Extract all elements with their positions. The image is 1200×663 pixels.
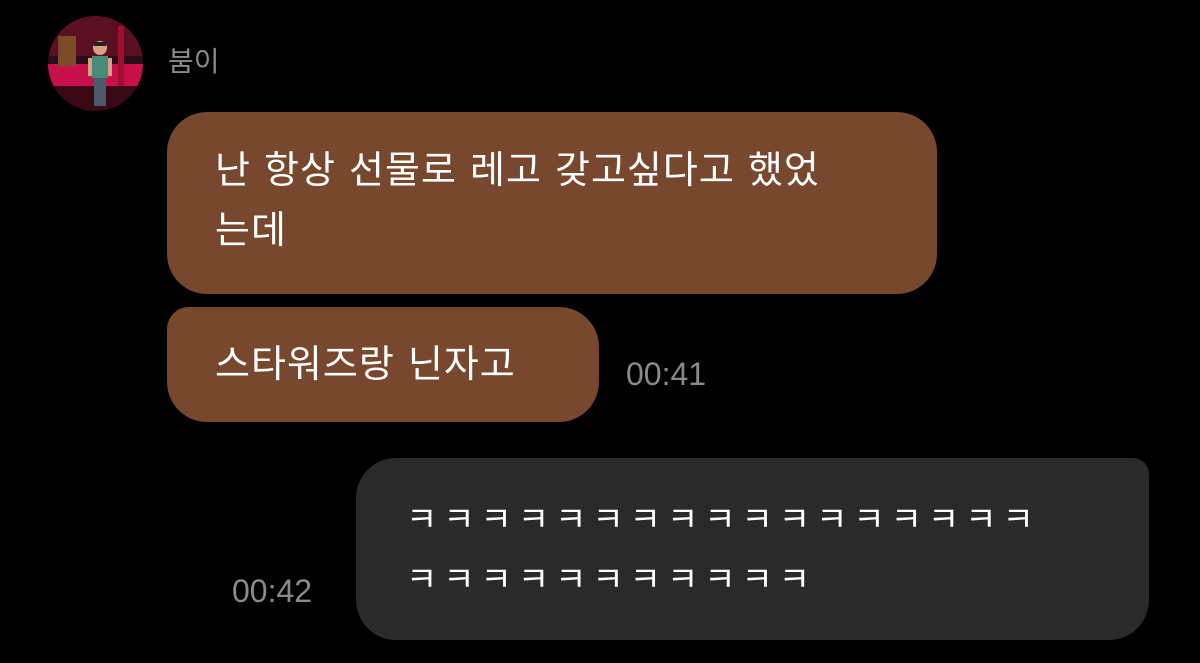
sender-name: 붐이: [168, 45, 220, 78]
message-text-line: 스타워즈랑 닌자고: [215, 342, 516, 386]
message-text-line: ㅋㅋㅋㅋㅋㅋㅋㅋㅋㅋㅋ: [406, 560, 817, 600]
incoming-message-bubble[interactable]: 난 항상 선물로 레고 갖고싶다고 했었 는데: [167, 112, 937, 294]
chat-view: 붐이 난 항상 선물로 레고 갖고싶다고 했었 는데 스타워즈랑 닌자고 00:…: [0, 0, 1200, 663]
incoming-message-bubble[interactable]: 스타워즈랑 닌자고: [167, 307, 599, 422]
message-text-line: ㅋㅋㅋㅋㅋㅋㅋㅋㅋㅋㅋㅋㅋㅋㅋㅋㅋ: [406, 500, 1040, 540]
message-timestamp: 00:41: [626, 356, 707, 392]
message-text-line: 는데: [215, 208, 287, 252]
message-text-line: 난 항상 선물로 레고 갖고싶다고 했었: [215, 148, 820, 192]
message-timestamp: 00:42: [232, 573, 313, 609]
outgoing-message-bubble[interactable]: ㅋㅋㅋㅋㅋㅋㅋㅋㅋㅋㅋㅋㅋㅋㅋㅋㅋ ㅋㅋㅋㅋㅋㅋㅋㅋㅋㅋㅋ: [356, 458, 1149, 640]
profile-photo: [48, 16, 143, 111]
avatar[interactable]: [48, 16, 143, 111]
